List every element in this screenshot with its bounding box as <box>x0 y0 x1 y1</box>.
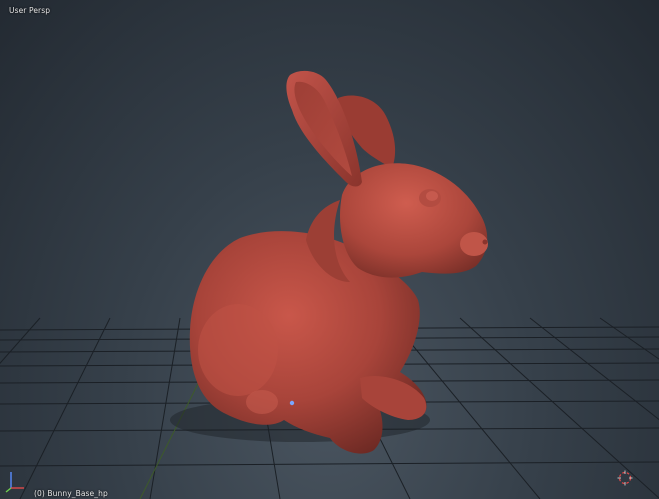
origin-dot-icon <box>289 400 295 406</box>
object-name-label: (0) Bunny_Base_hp <box>34 489 108 498</box>
bunny-mesh <box>189 70 488 454</box>
scene-canvas <box>0 70 659 499</box>
view-mode-label: User Persp <box>9 6 51 15</box>
3d-viewport[interactable]: User Persp (0) Bunny_Base_hp <box>0 0 659 499</box>
3d-cursor-icon[interactable] <box>617 470 633 486</box>
axis-gizmo-icon[interactable] <box>2 468 28 494</box>
